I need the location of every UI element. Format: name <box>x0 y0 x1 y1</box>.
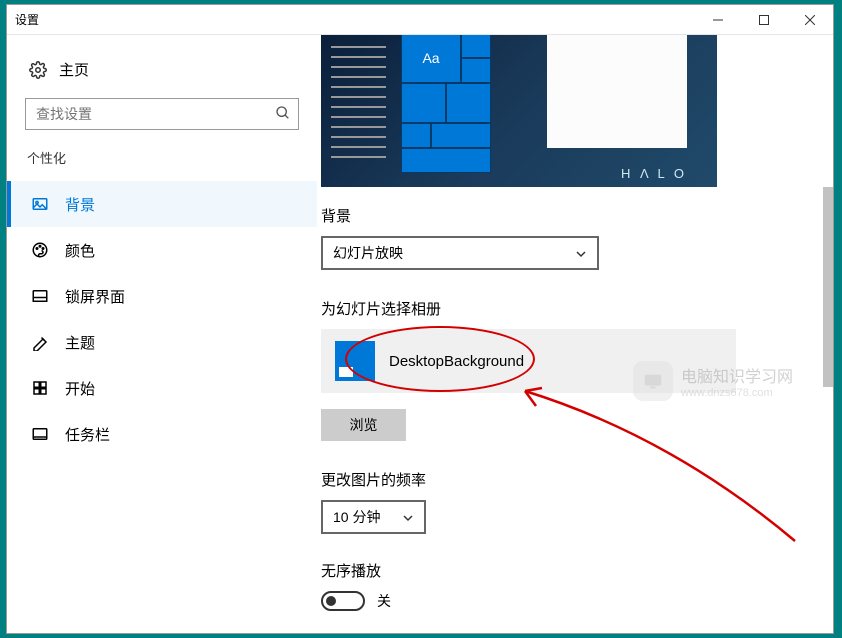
category-label: 个性化 <box>7 148 317 181</box>
sidebar: 主页 个性化 背景 颜色 锁屏界面 <box>7 35 317 633</box>
sidebar-item-label: 主题 <box>65 332 95 353</box>
themes-icon <box>31 333 49 351</box>
maximize-button[interactable] <box>741 5 787 35</box>
watermark-logo-icon <box>633 361 673 401</box>
sidebar-item-background[interactable]: 背景 <box>7 181 317 227</box>
sidebar-item-lockscreen[interactable]: 锁屏界面 <box>7 273 317 319</box>
window-title: 设置 <box>7 11 695 28</box>
settings-window: 设置 主页 个性化 <box>6 4 834 634</box>
home-label: 主页 <box>59 59 89 80</box>
close-button[interactable] <box>787 5 833 35</box>
browse-button[interactable]: 浏览 <box>321 409 406 441</box>
shuffle-toggle[interactable] <box>321 591 365 611</box>
taskbar-icon <box>31 425 49 443</box>
home-link[interactable]: 主页 <box>7 53 317 94</box>
sidebar-item-taskbar[interactable]: 任务栏 <box>7 411 317 457</box>
titlebar: 设置 <box>7 5 833 35</box>
background-dropdown[interactable]: 幻灯片放映 <box>321 236 599 270</box>
picture-icon <box>31 195 49 213</box>
background-preview: Aa H Λ L O <box>321 35 717 187</box>
sidebar-item-label: 锁屏界面 <box>65 286 125 307</box>
search-input[interactable] <box>25 98 299 130</box>
shuffle-label: 无序播放 <box>321 560 833 581</box>
watermark-name: 电脑知识学习网 <box>681 363 793 387</box>
minimize-button[interactable] <box>695 5 741 35</box>
sidebar-item-themes[interactable]: 主题 <box>7 319 317 365</box>
sidebar-item-label: 开始 <box>65 378 95 399</box>
watermark-url: www.dnzs678.com <box>681 387 793 399</box>
folder-icon <box>335 341 375 381</box>
shuffle-state: 关 <box>377 591 391 611</box>
search-icon <box>275 105 291 121</box>
background-label: 背景 <box>321 205 833 226</box>
lockscreen-icon <box>31 287 49 305</box>
watermark: 电脑知识学习网 www.dnzs678.com <box>633 361 793 401</box>
dropdown-value: 幻灯片放映 <box>333 243 403 263</box>
gear-icon <box>29 61 47 79</box>
chevron-down-icon <box>402 511 414 523</box>
album-label: 为幻灯片选择相册 <box>321 298 833 319</box>
scrollbar[interactable] <box>823 187 833 387</box>
search-box[interactable] <box>25 98 299 130</box>
sidebar-item-start[interactable]: 开始 <box>7 365 317 411</box>
sidebar-item-label: 背景 <box>65 194 95 215</box>
palette-icon <box>31 241 49 259</box>
album-name: DesktopBackground <box>389 353 524 370</box>
dropdown-value: 10 分钟 <box>333 507 380 527</box>
frequency-dropdown[interactable]: 10 分钟 <box>321 500 426 534</box>
frequency-label: 更改图片的频率 <box>321 469 833 490</box>
start-icon <box>31 379 49 397</box>
preview-tile-aa: Aa <box>401 35 461 83</box>
sidebar-item-label: 颜色 <box>65 240 95 261</box>
content-area: Aa H Λ L O 背景 幻灯片放映 为幻灯片选择相册 <box>317 35 833 633</box>
chevron-down-icon <box>575 247 587 259</box>
sidebar-item-colors[interactable]: 颜色 <box>7 227 317 273</box>
preview-brand: H Λ L O <box>621 166 687 181</box>
sidebar-item-label: 任务栏 <box>65 424 110 445</box>
